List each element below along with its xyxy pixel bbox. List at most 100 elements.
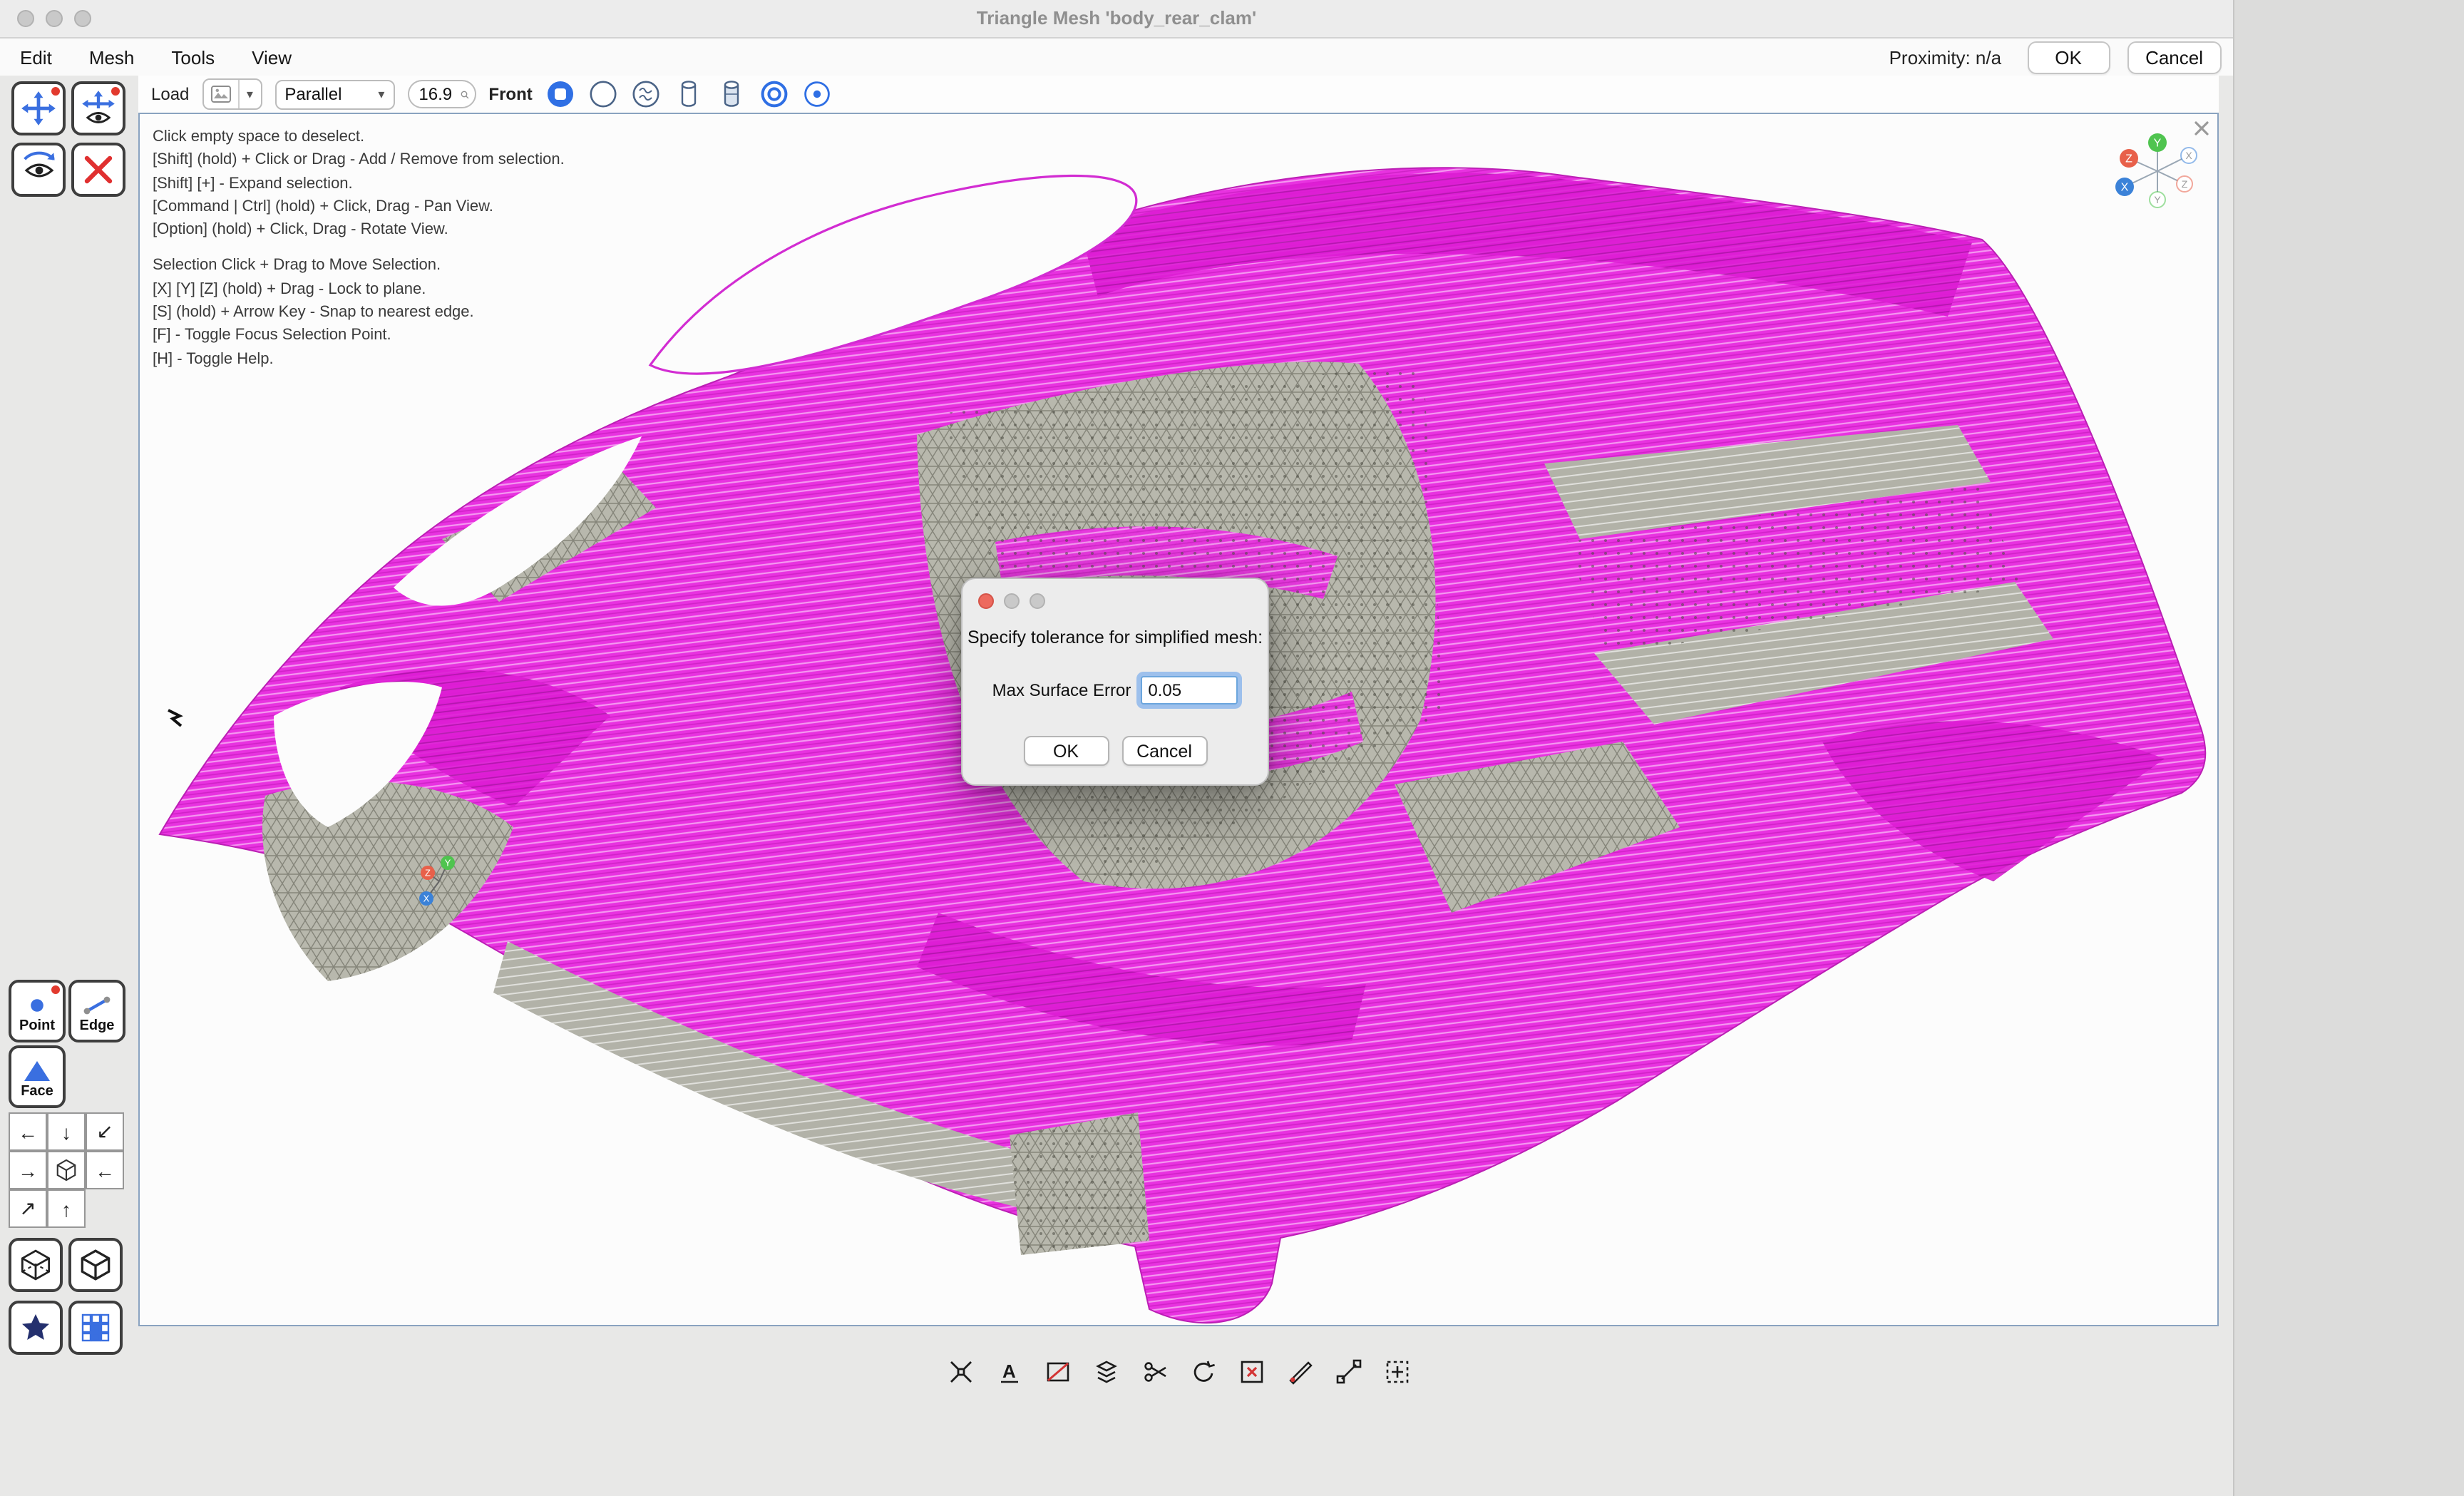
close-icon[interactable] <box>2193 120 2210 137</box>
annotation-text-icon[interactable]: A <box>992 1355 1026 1389</box>
face-icon <box>23 1059 51 1082</box>
point-icon <box>26 993 48 1016</box>
clear-selection-tool-button[interactable] <box>71 143 125 197</box>
nav-arrow-up-button[interactable]: ↑ <box>47 1189 86 1228</box>
zoom-window-button[interactable] <box>74 10 91 27</box>
proximity-status: Proximity: n/a <box>1889 46 2002 68</box>
zoom-field[interactable] <box>407 80 476 108</box>
point-mode-button[interactable]: Point <box>9 980 66 1042</box>
grid-icon <box>78 1311 113 1345</box>
cursor-mark <box>168 710 181 726</box>
cube-wireframe-view-button[interactable] <box>9 1238 63 1292</box>
cube-wireframe-icon <box>16 1245 56 1285</box>
rotate-selection-icon[interactable] <box>1186 1355 1220 1389</box>
dialog-cancel-button[interactable]: Cancel <box>1121 736 1207 766</box>
svg-text:Z: Z <box>2125 153 2132 165</box>
menu-edit[interactable]: Edit <box>20 46 52 68</box>
dialog-zoom-button[interactable] <box>1030 593 1045 609</box>
nav-arrow-left-button[interactable]: ← <box>9 1112 47 1151</box>
cube-solid-icon <box>76 1245 115 1285</box>
cube-solid-view-button[interactable] <box>68 1238 123 1292</box>
measure-icon[interactable] <box>1331 1355 1365 1389</box>
minimize-window-button[interactable] <box>46 10 63 27</box>
svg-text:Z: Z <box>425 867 431 878</box>
column-outline-view-button[interactable] <box>674 79 704 109</box>
ok-button[interactable]: OK <box>2027 41 2110 73</box>
active-indicator-dot <box>51 985 60 994</box>
menu-mesh[interactable]: Mesh <box>89 46 135 68</box>
tolerance-dialog: Specify tolerance for simplified mesh: M… <box>961 578 1269 786</box>
move-selection-tool-button[interactable] <box>11 81 66 135</box>
move-view-tool-button[interactable] <box>71 81 125 135</box>
svg-text:Y: Y <box>2154 138 2162 150</box>
center-dot-view-button[interactable] <box>802 79 832 109</box>
layer-stack-icon[interactable] <box>1089 1355 1123 1389</box>
star-icon <box>19 1311 53 1345</box>
favorite-view-button[interactable] <box>9 1301 63 1355</box>
nav-arrow-downleft-button[interactable]: ↙ <box>86 1112 124 1151</box>
view-toolbar: Load ▾ Parallel ▾ Front <box>138 76 2219 113</box>
shaded-view-button[interactable] <box>545 79 575 109</box>
active-indicator-dot <box>51 87 60 96</box>
nav-arrow-left2-button[interactable]: ← <box>86 1151 124 1189</box>
chevron-down-icon[interactable]: ▾ <box>237 80 260 108</box>
rotate-view-tool-button[interactable] <box>11 143 66 197</box>
collapse-arrows-icon[interactable] <box>943 1355 977 1389</box>
dialog-minimize-button[interactable] <box>1004 593 1020 609</box>
max-surface-error-input[interactable] <box>1141 676 1238 705</box>
menu-view[interactable]: View <box>252 46 292 68</box>
nav-arrow-down-button[interactable]: ↓ <box>47 1112 86 1151</box>
column-shaded-view-button[interactable] <box>717 79 746 109</box>
scissors-icon[interactable] <box>1137 1355 1171 1389</box>
window-titlebar[interactable]: Triangle Mesh 'body_rear_clam' <box>0 0 2233 39</box>
face-mode-button[interactable]: Face <box>9 1045 66 1108</box>
view-orientation-label: Front <box>488 84 532 104</box>
menubar: Edit Mesh Tools View Proximity: n/a OK C… <box>0 39 2233 76</box>
snap-grid-icon[interactable] <box>1380 1355 1414 1389</box>
chevron-down-icon: ▾ <box>378 86 384 102</box>
dialog-title: Specify tolerance for simplified mesh: <box>962 627 1268 647</box>
red-x-icon <box>81 153 115 187</box>
close-window-button[interactable] <box>17 10 34 27</box>
active-indicator-dot <box>111 87 120 96</box>
hidden-line-view-button[interactable] <box>631 79 661 109</box>
svg-text:Y: Y <box>445 857 451 868</box>
knife-icon[interactable] <box>1283 1355 1317 1389</box>
canvas-help-overlay: Click empty space to deselect. [Shift] (… <box>153 125 565 371</box>
nav-cube-button[interactable] <box>47 1151 86 1189</box>
load-preset-combo[interactable]: ▾ <box>202 78 262 110</box>
nav-arrow-upright-button[interactable]: ↗ <box>9 1189 47 1228</box>
screen: Triangle Mesh 'body_rear_clam' Edit Mesh… <box>0 0 2464 1496</box>
dialog-close-button[interactable] <box>978 593 994 609</box>
window-title: Triangle Mesh 'body_rear_clam' <box>0 0 2233 37</box>
load-label: Load <box>151 84 189 104</box>
delete-box-icon[interactable] <box>1234 1355 1268 1389</box>
cancel-button[interactable]: Cancel <box>2127 41 2222 73</box>
traffic-lights <box>17 10 91 27</box>
view-axis-gizmo[interactable]: Y Z X Y Z X <box>2112 125 2203 217</box>
edge-icon <box>83 993 111 1016</box>
svg-text:Z: Z <box>2182 178 2188 190</box>
rotate-eye-icon <box>19 150 58 189</box>
grid-layout-button[interactable] <box>68 1301 123 1355</box>
nav-arrow-right-button[interactable]: → <box>9 1151 47 1189</box>
dialog-traffic-lights <box>978 593 1045 609</box>
zoom-input[interactable] <box>419 84 456 104</box>
no-fill-icon[interactable] <box>1040 1355 1074 1389</box>
app-window: Triangle Mesh 'body_rear_clam' Edit Mesh… <box>0 0 2234 1496</box>
svg-text:X: X <box>2121 182 2129 194</box>
ring-view-button[interactable] <box>759 79 789 109</box>
dialog-ok-button[interactable]: OK <box>1023 736 1109 766</box>
wireframe-view-button[interactable] <box>588 79 618 109</box>
svg-text:X: X <box>2185 150 2192 161</box>
projection-select[interactable]: Parallel ▾ <box>274 79 394 109</box>
svg-text:Y: Y <box>2154 194 2161 205</box>
max-surface-error-label: Max Surface Error <box>992 680 1131 700</box>
magnifier-icon <box>460 86 468 102</box>
bottom-toolbar: A <box>138 1355 2219 1389</box>
edge-mode-button[interactable]: Edge <box>68 980 125 1042</box>
menu-tools[interactable]: Tools <box>171 46 215 68</box>
image-icon <box>203 80 237 108</box>
move-arrows-eye-icon <box>80 90 117 127</box>
move-arrows-icon <box>20 90 57 127</box>
